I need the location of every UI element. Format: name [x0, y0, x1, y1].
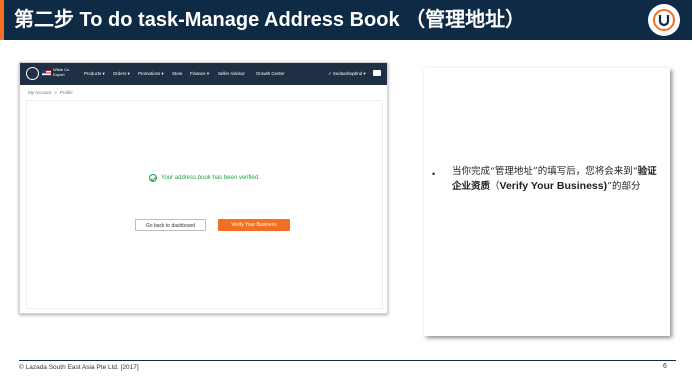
verify-business-button[interactable]: Verify Your Business	[218, 219, 290, 231]
go-back-dashboard-button[interactable]: Go back to dashboard	[135, 219, 206, 231]
breadcrumb: My Account > Profile	[28, 90, 73, 95]
slide-header: 第二步 To do task-Manage Address Book （管理地址…	[0, 0, 692, 40]
us-flag-icon	[42, 70, 51, 76]
note-text-part3: ”的部分	[607, 181, 641, 192]
verified-message: Your address book has been verified.	[149, 174, 260, 182]
bullet-point: •	[432, 169, 436, 179]
footer-divider	[19, 360, 676, 361]
check-circle-icon	[149, 174, 157, 182]
nav-promotions[interactable]: Promotions ▾	[138, 71, 164, 77]
breadcrumb-profile: Profile	[59, 90, 73, 95]
nav-orders[interactable]: Orders ▾	[113, 71, 130, 77]
note-text: 当你完成“管理地址”的填写后，您将会来到“验证企业资质（Verify Your …	[452, 165, 664, 194]
note-box: • 当你完成“管理地址”的填写后，您将会来到“验证企业资质（Verify You…	[424, 68, 670, 336]
nav-products[interactable]: Products ▾	[84, 71, 105, 77]
store-name[interactable]: Wilde Co Export	[53, 67, 69, 77]
store-name-line2: Export	[53, 72, 65, 77]
slide-title: 第二步 To do task-Manage Address Book （管理地址…	[14, 9, 526, 31]
note-text-bold-en: Verify Your Business)	[499, 180, 608, 192]
footer-copyright: © Lazada South East Asia Pte Ltd. [2017]	[19, 364, 139, 371]
note-text-part2: （	[490, 181, 500, 192]
verified-text: Your address book has been verified.	[161, 175, 260, 181]
nav-store[interactable]: Store	[172, 71, 183, 76]
nav-seller-advisor[interactable]: Seller Advisor	[218, 71, 245, 76]
lazada-logo-icon[interactable]	[26, 67, 39, 80]
lazada-u-logo-icon	[648, 4, 680, 36]
user-menu[interactable]: ✓ Sedaxshopbnd ▾	[328, 71, 366, 77]
note-text-part1: 当你完成“管理地址”的填写后，您将会来到“	[452, 166, 638, 177]
nav-growth-center[interactable]: Growth Center	[256, 71, 285, 76]
seller-center-navbar: Wilde Co Export Products ▾ Orders ▾ Prom…	[20, 63, 387, 85]
verification-card: Your address book has been verified. Go …	[26, 100, 383, 309]
header-accent-bar	[0, 0, 4, 40]
nav-finance[interactable]: Finance ▾	[190, 71, 209, 77]
page-number: 6	[663, 363, 667, 370]
embedded-seller-center-screenshot: Wilde Co Export Products ▾ Orders ▾ Prom…	[19, 62, 388, 314]
logo-ring-icon	[653, 9, 675, 31]
breadcrumb-my-account[interactable]: My Account	[28, 90, 51, 95]
mail-icon[interactable]	[373, 70, 381, 76]
